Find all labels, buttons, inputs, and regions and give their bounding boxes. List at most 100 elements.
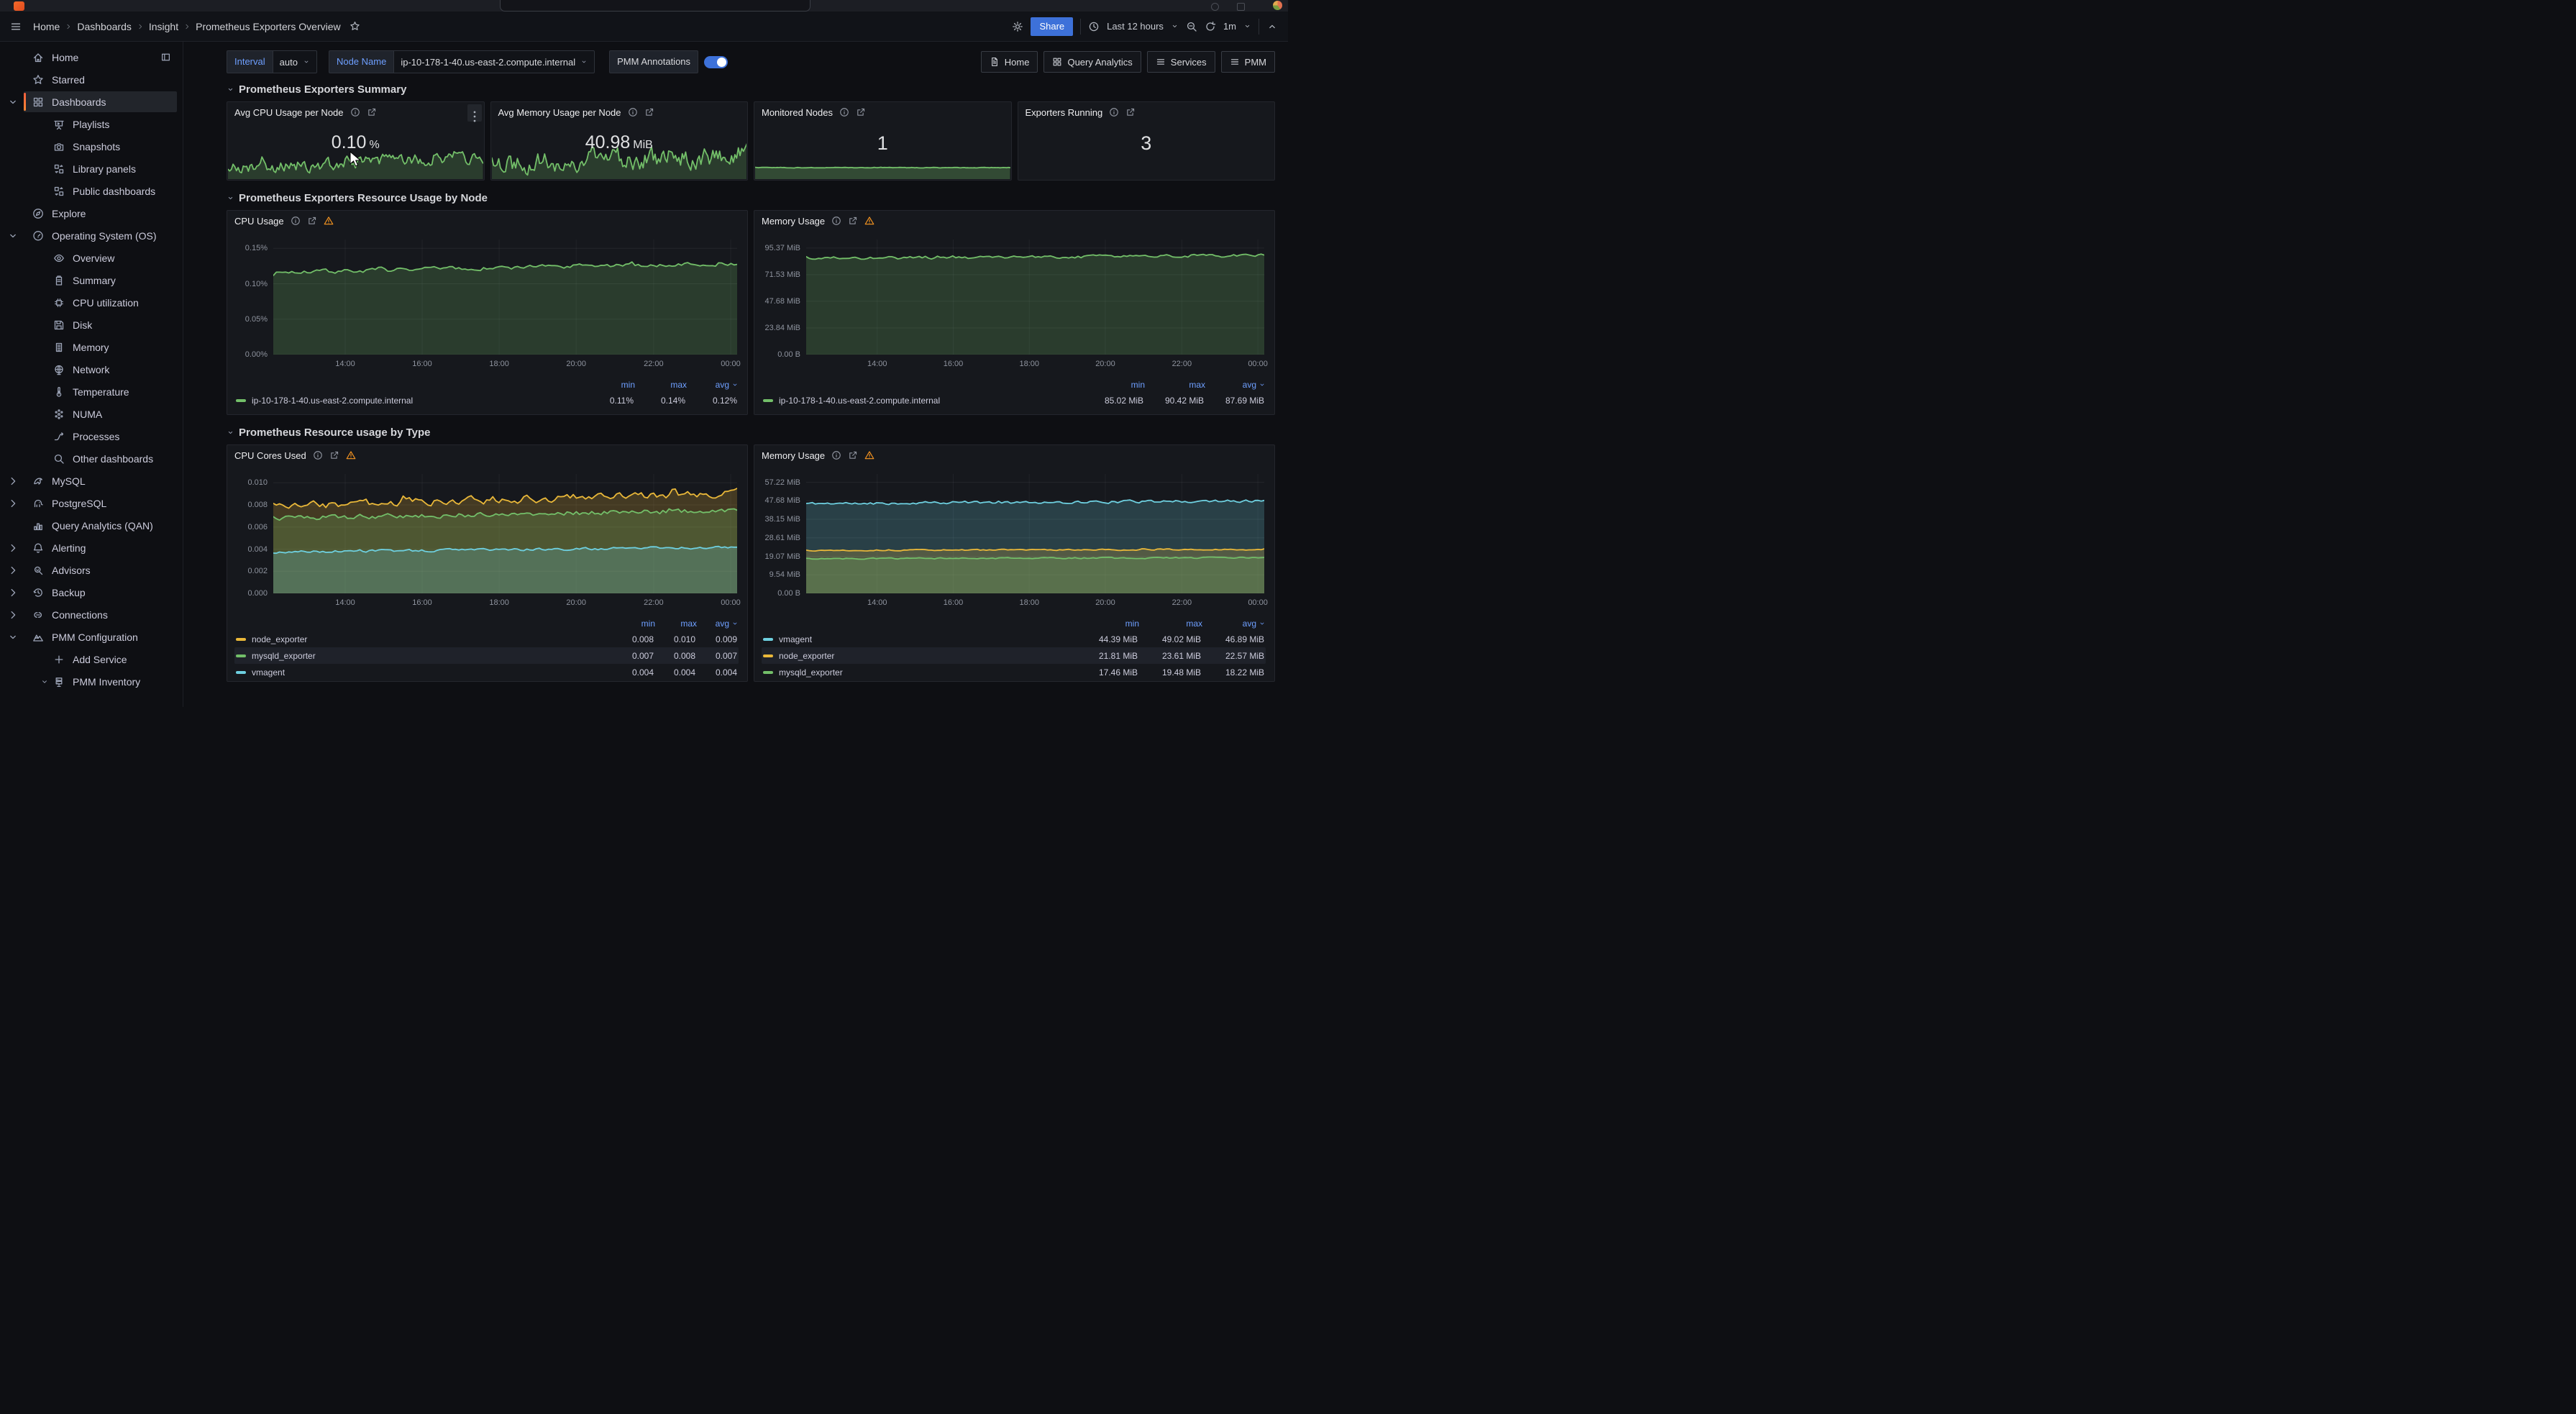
series-name[interactable]: mysqld_exporter [252, 651, 612, 661]
sidebar-item-postgresql[interactable]: PostgreSQL [0, 492, 183, 514]
memory-usage-node-chart[interactable]: 95.37 MiB71.53 MiB47.68 MiB23.84 MiB0.00… [760, 235, 1267, 373]
sidebar-item-explore[interactable]: Explore [0, 202, 183, 224]
sidebar-link[interactable]: Starred [24, 69, 177, 90]
sidebar-link[interactable]: Backup [24, 582, 177, 603]
sidebar-item-starred[interactable]: Starred [0, 68, 183, 91]
node-name-select[interactable]: ip-10-178-1-40.us-east-2.compute.interna… [393, 50, 595, 73]
chevron-right-icon[interactable] [7, 542, 19, 554]
breadcrumb-home[interactable]: Home [33, 21, 60, 32]
cpu-usage-chart[interactable]: 0.15%0.10%0.05%0.00%14:0016:0018:0020:00… [233, 235, 740, 373]
external-link-icon[interactable] [1125, 107, 1136, 117]
sidebar-link[interactable]: Dashboards [24, 91, 177, 112]
sidebar-item-pmm-configuration[interactable]: PMM Configuration [0, 626, 183, 648]
refresh-interval-picker[interactable]: 1m [1223, 21, 1236, 32]
series-name[interactable]: node_exporter [252, 634, 612, 644]
sidebar-link[interactable]: Overview [24, 247, 177, 268]
sidebar-link[interactable]: Library panels [24, 158, 177, 179]
sidebar-link[interactable]: Add Service [24, 649, 177, 670]
refresh-icon[interactable] [1205, 21, 1216, 32]
caret-down-icon[interactable] [7, 96, 19, 108]
external-link-icon[interactable] [856, 107, 866, 117]
mega-menu-toggle-icon[interactable] [10, 21, 22, 32]
sidebar-link[interactable]: Playlists [24, 114, 177, 134]
panel-title[interactable]: CPU Cores Used [234, 450, 306, 461]
legend-row-vmagent[interactable]: vmagent0.0040.0040.004 [234, 664, 739, 680]
breadcrumb-dashboards[interactable]: Dashboards [77, 21, 132, 32]
sidebar-item-operating-system-os[interactable]: Operating System (OS) [0, 224, 183, 247]
sidebar-item-connections[interactable]: Connections [0, 603, 183, 626]
sidebar-link[interactable]: Explore [24, 203, 177, 224]
legend-row-mysqld-exporter[interactable]: mysqld_exporter17.46 MiB19.48 MiB18.22 M… [762, 664, 1266, 680]
chevron-right-icon[interactable] [7, 609, 19, 621]
collapse-controls-icon[interactable] [1266, 21, 1278, 32]
external-link-icon[interactable] [307, 216, 317, 226]
series-name[interactable]: node_exporter [779, 651, 1074, 661]
time-range-picker[interactable]: Last 12 hours [1107, 21, 1164, 32]
section-header-resource-usage-by-type[interactable]: Prometheus Resource usage by Type [227, 427, 1275, 439]
panel-title[interactable]: Memory Usage [762, 216, 825, 227]
refresh-interval-caret-icon[interactable] [1243, 22, 1251, 30]
sidebar-link[interactable]: Summary [24, 270, 177, 291]
sidebar-link[interactable]: Connections [24, 604, 177, 625]
sidebar-item-query-analytics-qan[interactable]: Query Analytics (QAN) [0, 514, 183, 537]
legend-sort-min[interactable]: min [1084, 380, 1145, 390]
warning-icon[interactable] [864, 216, 874, 226]
node-name-label[interactable]: Node Name [329, 50, 393, 73]
breadcrumb-insight[interactable]: Insight [149, 21, 178, 32]
caret-down-icon[interactable] [7, 230, 19, 242]
legend-sort-max[interactable]: max [1145, 380, 1205, 390]
legend-row-mysqld-exporter[interactable]: mysqld_exporter0.0070.0080.007 [234, 647, 739, 664]
sidebar-link[interactable]: Temperature [24, 381, 177, 402]
panel-title[interactable]: CPU Usage [234, 216, 284, 227]
pmm-annotations-toggle[interactable] [704, 56, 728, 68]
sidebar-link[interactable]: Other dashboards [24, 448, 177, 469]
sidebar-link[interactable]: PostgreSQL [24, 493, 177, 514]
sidebar-item-temperature[interactable]: Temperature [0, 380, 183, 403]
series-name[interactable]: mysqld_exporter [779, 667, 1074, 678]
sidebar-link[interactable]: Public dashboards [24, 181, 177, 201]
sidebar-link[interactable]: Advisors [24, 560, 177, 580]
legend-sort-max[interactable]: max [1139, 619, 1202, 629]
sidebar-link[interactable]: Disk [24, 314, 177, 335]
sidebar-item-alerting[interactable]: Alerting [0, 537, 183, 559]
chevron-right-icon[interactable] [7, 587, 19, 598]
pmm-link-button[interactable]: PMM [1221, 51, 1275, 73]
sidebar-link[interactable]: Memory [24, 337, 177, 357]
sidebar-item-dashboards[interactable]: Dashboards [0, 91, 183, 113]
sidebar-item-snapshots[interactable]: Snapshots [0, 135, 183, 158]
external-link-icon[interactable] [329, 450, 339, 460]
external-link-icon[interactable] [644, 107, 654, 117]
sidebar-link[interactable]: Alerting [24, 537, 177, 558]
info-icon[interactable] [350, 107, 360, 117]
share-button[interactable]: Share [1031, 17, 1073, 36]
info-icon[interactable] [291, 216, 301, 226]
sidebar-item-numa[interactable]: NUMA [0, 403, 183, 425]
caret-down-icon[interactable] [40, 678, 49, 686]
sidebar-item-advisors[interactable]: Advisors [0, 559, 183, 581]
sidebar-item-backup[interactable]: Backup [0, 581, 183, 603]
warning-icon[interactable] [346, 450, 356, 460]
panel-title[interactable]: Avg Memory Usage per Node [498, 107, 621, 118]
legend-sort-max[interactable]: max [635, 380, 687, 390]
legend-sort-avg[interactable]: avg [1202, 619, 1266, 629]
interval-label[interactable]: Interval [227, 50, 273, 73]
legend-row-vmagent[interactable]: vmagent44.39 MiB49.02 MiB46.89 MiB [762, 631, 1266, 647]
sidebar-item-pmm-inventory[interactable]: PMM Inventory [0, 670, 183, 693]
legend-sort-max[interactable]: max [655, 619, 697, 629]
sidebar-item-disk[interactable]: Disk [0, 314, 183, 336]
info-icon[interactable] [839, 107, 849, 117]
legend-row-node-exporter[interactable]: node_exporter21.81 MiB23.61 MiB22.57 MiB [762, 647, 1266, 664]
legend-row-node-exporter[interactable]: node_exporter0.0080.0100.009 [234, 631, 739, 647]
chevron-right-icon[interactable] [7, 565, 19, 576]
sidebar-item-public-dashboards[interactable]: Public dashboards [0, 180, 183, 202]
interval-select[interactable]: auto [273, 50, 317, 73]
browser-profile-avatar[interactable] [1273, 1, 1282, 10]
info-icon[interactable] [831, 216, 841, 226]
panel-menu-kebab-icon[interactable] [467, 104, 482, 122]
sidebar-item-overview[interactable]: Overview [0, 247, 183, 269]
sidebar-item-cpu-utilization[interactable]: CPU utilization [0, 291, 183, 314]
series-name[interactable]: ip-10-178-1-40.us-east-2.compute.interna… [779, 396, 1083, 406]
dock-sidebar-icon[interactable] [160, 52, 171, 63]
warning-icon[interactable] [864, 450, 874, 460]
external-link-icon[interactable] [848, 450, 858, 460]
